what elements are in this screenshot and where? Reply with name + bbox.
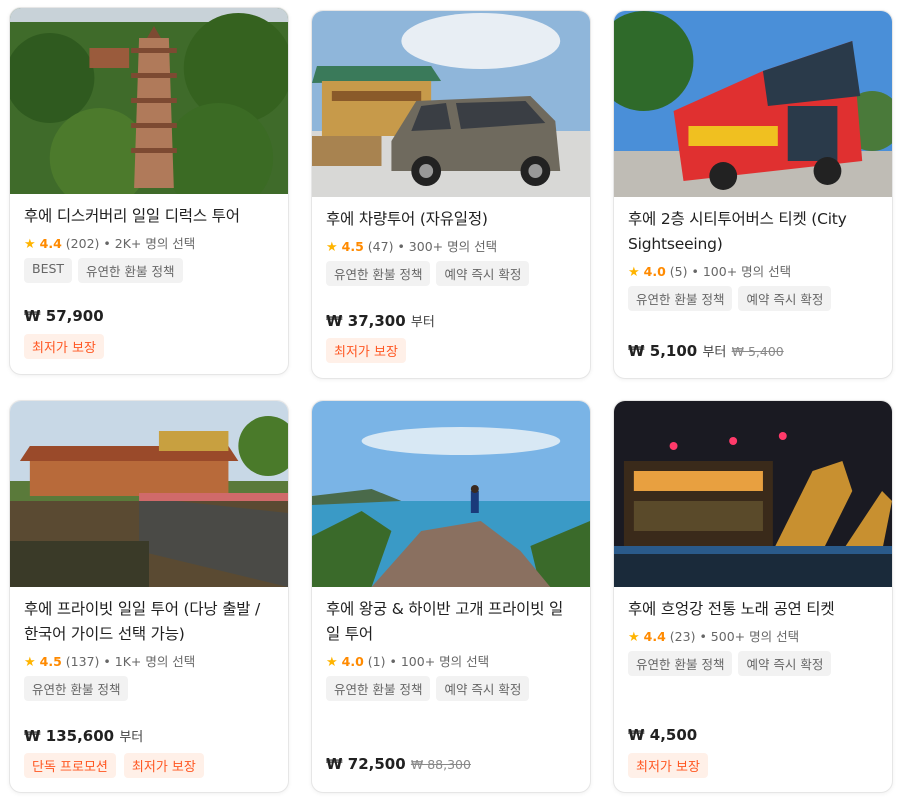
- card-title[interactable]: 후에 왕궁 & 하이반 고개 프라이빗 일일 투어: [326, 597, 576, 647]
- card-rating-row: ★ 4.4 (23) • 500+ 명의 선택: [628, 626, 878, 645]
- product-card[interactable]: 후에 왕궁 & 하이반 고개 프라이빗 일일 투어 ★ 4.0 (1) • 10…: [311, 400, 591, 793]
- promo-list: 최저가 보장: [326, 338, 406, 363]
- card-rating-row: ★ 4.5 (137) • 1K+ 명의 선택: [24, 651, 274, 670]
- review-count: (5): [669, 264, 688, 279]
- tag-list: 유연한 환불 정책 예약 즉시 확정: [628, 286, 878, 311]
- tag-list: 유연한 환불 정책 예약 즉시 확정: [628, 651, 878, 676]
- price-value: ₩ 57,900: [24, 307, 104, 325]
- promo-list: 최저가 보장: [24, 334, 104, 359]
- booked-count: • 2K+ 명의 선택: [103, 236, 196, 251]
- product-card[interactable]: 후에 흐엉강 전통 노래 공연 티켓 ★ 4.4 (23) • 500+ 명의 …: [613, 400, 893, 793]
- original-price: ₩ 88,300: [410, 757, 471, 772]
- card-title[interactable]: 후에 프라이빗 일일 투어 (다낭 출발 / 한국어 가이드 선택 가능): [24, 597, 274, 647]
- original-price: ₩ 5,400: [731, 344, 784, 359]
- tag-list: 유연한 환불 정책: [24, 676, 274, 701]
- card-image-citadel: [10, 401, 288, 587]
- star-icon: ★: [628, 265, 640, 280]
- card-title[interactable]: 후에 디스커버리 일일 디럭스 투어: [24, 204, 274, 229]
- card-title[interactable]: 후에 차량투어 (자유일정): [326, 207, 576, 232]
- card-title[interactable]: 후에 2층 시티투어버스 티켓 (City Sightseeing): [628, 207, 878, 257]
- product-card[interactable]: 후에 2층 시티투어버스 티켓 (City Sightseeing) ★ 4.0…: [613, 10, 893, 379]
- card-image-car: [312, 11, 590, 197]
- promo-badge: 최저가 보장: [24, 334, 104, 359]
- rating-value: 4.5: [341, 239, 364, 254]
- booked-count: • 300+ 명의 선택: [397, 239, 498, 254]
- price-suffix: 부터: [410, 315, 435, 330]
- card-rating-row: ★ 4.5 (47) • 300+ 명의 선택: [326, 236, 576, 255]
- review-count: (202): [65, 236, 100, 251]
- star-icon: ★: [326, 240, 338, 255]
- tag: 유연한 환불 정책: [326, 676, 431, 701]
- price-value: ₩ 5,100: [628, 342, 698, 360]
- star-icon: ★: [24, 237, 36, 252]
- price-value: ₩ 37,300: [326, 312, 406, 330]
- price: ₩ 57,900: [24, 307, 104, 325]
- rating-value: 4.0: [341, 654, 364, 669]
- star-icon: ★: [326, 655, 338, 670]
- star-icon: ★: [24, 655, 36, 670]
- booked-count: • 1K+ 명의 선택: [103, 654, 196, 669]
- tag: 유연한 환불 정책: [326, 261, 431, 286]
- rating-value: 4.4: [39, 236, 62, 251]
- review-count: (47): [367, 239, 394, 254]
- price: ₩ 37,300 부터: [326, 311, 435, 330]
- review-count: (137): [65, 654, 100, 669]
- price: ₩ 135,600 부터: [24, 726, 143, 745]
- card-image-pagoda: [10, 8, 288, 194]
- promo-badge: 최저가 보장: [326, 338, 406, 363]
- product-card[interactable]: 후에 프라이빗 일일 투어 (다낭 출발 / 한국어 가이드 선택 가능) ★ …: [9, 400, 289, 793]
- price-value: ₩ 135,600: [24, 727, 115, 745]
- tag: 유연한 환불 정책: [78, 258, 183, 283]
- price: ₩ 72,500 ₩ 88,300: [326, 755, 471, 773]
- booked-count: • 100+ 명의 선택: [389, 654, 490, 669]
- card-rating-row: ★ 4.0 (5) • 100+ 명의 선택: [628, 261, 878, 280]
- tag: 예약 즉시 확정: [738, 651, 832, 676]
- tag: 유연한 환불 정책: [628, 651, 733, 676]
- product-card[interactable]: 후에 디스커버리 일일 디럭스 투어 ★ 4.4 (202) • 2K+ 명의 …: [9, 7, 289, 375]
- rating-value: 4.5: [39, 654, 62, 669]
- promo-badge: 최저가 보장: [628, 753, 708, 778]
- price: ₩ 4,500: [628, 726, 697, 744]
- tag: 예약 즉시 확정: [436, 261, 530, 286]
- card-rating-row: ★ 4.0 (1) • 100+ 명의 선택: [326, 651, 576, 670]
- promo-badge: 단독 프로모션: [24, 753, 116, 778]
- card-image-mountain-pass: [312, 401, 590, 587]
- promo-badge: 최저가 보장: [123, 753, 204, 778]
- review-count: (1): [367, 654, 386, 669]
- tag: 유연한 환불 정책: [24, 676, 129, 701]
- booked-count: • 100+ 명의 선택: [691, 264, 792, 279]
- tag: 유연한 환불 정책: [628, 286, 733, 311]
- card-title[interactable]: 후에 흐엉강 전통 노래 공연 티켓: [628, 597, 878, 622]
- price-value: ₩ 4,500: [628, 726, 698, 744]
- rating-value: 4.0: [643, 264, 666, 279]
- price-value: ₩ 72,500: [326, 755, 406, 773]
- price-suffix: 부터: [119, 730, 144, 745]
- tag-list: 유연한 환불 정책 예약 즉시 확정: [326, 261, 576, 286]
- tag-list: 유연한 환불 정책 예약 즉시 확정: [326, 676, 576, 701]
- price-suffix: 부터: [702, 345, 727, 360]
- tag-list: BEST 유연한 환불 정책: [24, 258, 274, 283]
- tag: 예약 즉시 확정: [738, 286, 832, 311]
- star-icon: ★: [628, 630, 640, 645]
- tag: 예약 즉시 확정: [436, 676, 530, 701]
- rating-value: 4.4: [643, 629, 666, 644]
- card-rating-row: ★ 4.4 (202) • 2K+ 명의 선택: [24, 233, 274, 252]
- review-count: (23): [669, 629, 696, 644]
- price: ₩ 5,100 부터 ₩ 5,400: [628, 341, 784, 360]
- tag: BEST: [24, 258, 73, 283]
- promo-list: 최저가 보장: [628, 753, 708, 778]
- card-image-dragon-boat: [614, 401, 892, 587]
- promo-list: 단독 프로모션 최저가 보장: [24, 753, 204, 778]
- booked-count: • 500+ 명의 선택: [699, 629, 800, 644]
- product-card[interactable]: 후에 차량투어 (자유일정) ★ 4.5 (47) • 300+ 명의 선택 유…: [311, 10, 591, 379]
- card-image-bus: [614, 11, 892, 197]
